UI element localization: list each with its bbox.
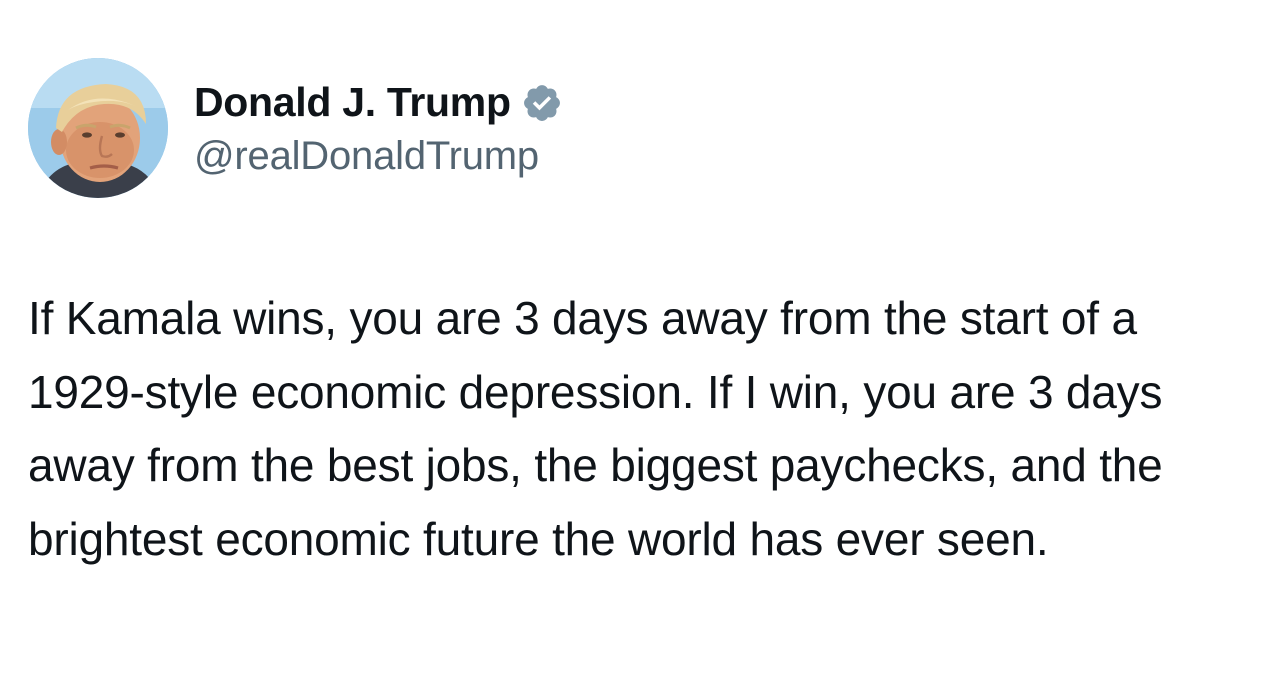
author-display-name[interactable]: Donald J. Trump — [194, 79, 511, 126]
tweet-text: If Kamala wins, you are 3 days away from… — [28, 292, 1163, 565]
tweet-card: Donald J. Trump @realDonaldTrump If Kama… — [0, 0, 1280, 677]
display-name-row: Donald J. Trump — [194, 76, 563, 130]
author-info: Donald J. Trump @realDonaldTrump — [194, 76, 563, 179]
author-handle[interactable]: @realDonaldTrump — [194, 134, 563, 179]
avatar-image — [28, 58, 168, 198]
tweet-header: Donald J. Trump @realDonaldTrump — [28, 58, 563, 198]
avatar[interactable] — [28, 58, 168, 198]
verified-badge-icon[interactable] — [521, 82, 563, 124]
